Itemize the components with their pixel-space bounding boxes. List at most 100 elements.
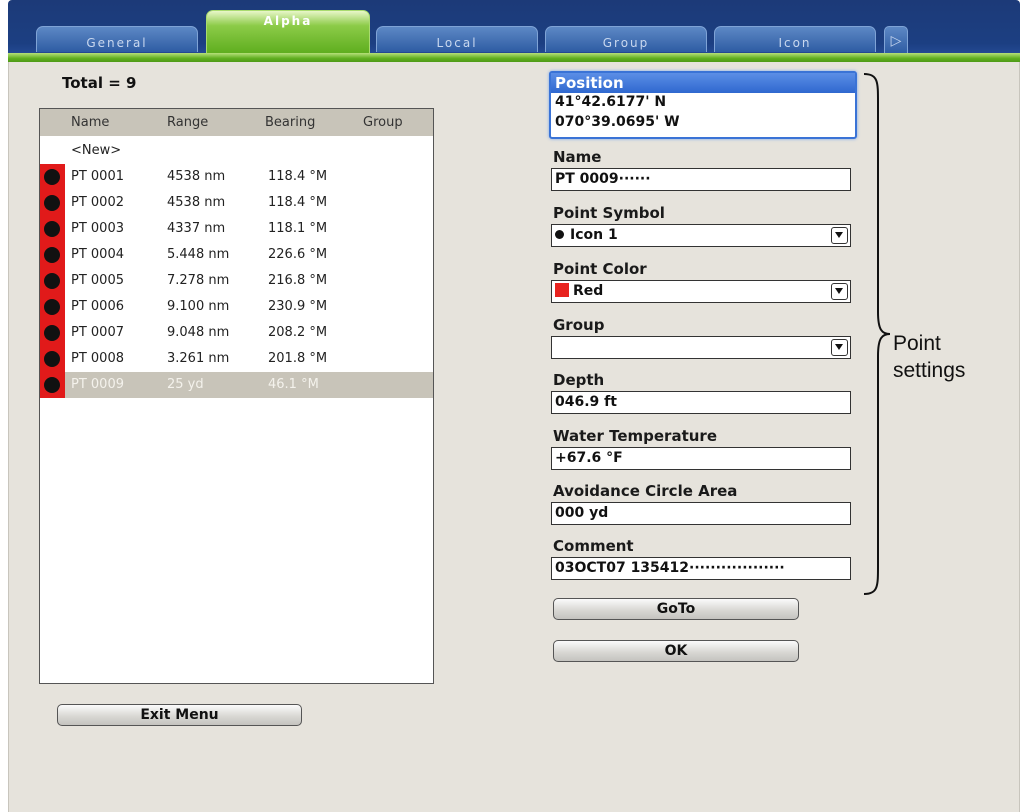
row-range: 9.100 nm [167,299,230,314]
group-select[interactable] [551,336,851,359]
table-row[interactable]: PT 0006 9.100 nm 230.9 °M [40,294,433,320]
symbol-cell [40,294,65,320]
row-bearing: 118.1 °M [268,221,328,236]
row-name: PT 0008 [71,351,124,366]
row-bearing: 216.8 °M [268,273,328,288]
row-name: PT 0004 [71,247,124,262]
ok-button[interactable]: OK [553,640,799,662]
point-dot-icon [44,377,60,393]
goto-button[interactable]: GoTo [553,598,799,620]
table-row[interactable]: PT 0007 9.048 nm 208.2 °M [40,320,433,346]
symbol-cell [40,372,65,398]
row-bearing: 208.2 °M [268,325,328,340]
row-name: PT 0003 [71,221,124,236]
total-count: Total = 9 [62,74,137,92]
point-dot-icon [44,273,60,289]
column-header-name: Name [71,115,110,130]
row-range: 9.048 nm [167,325,230,340]
point-dot-icon [44,351,60,367]
table-row[interactable]: PT 0003 4337 nm 118.1 °M [40,216,433,242]
point-list[interactable]: Name Range Bearing Group <New> PT 0001 4… [39,108,434,684]
symbol-cell [40,242,65,268]
table-row[interactable]: PT 0002 4538 nm 118.4 °M [40,190,433,216]
table-row[interactable]: PT 0008 3.261 nm 201.8 °M [40,346,433,372]
row-bearing: 230.9 °M [268,299,328,314]
row-bearing: 201.8 °M [268,351,328,366]
point-color-select[interactable]: Red [551,280,851,303]
tab-group[interactable]: Group [545,26,707,52]
point-color-label: Point Color [553,260,647,278]
comment-label: Comment [553,537,634,555]
symbol-cell [40,164,65,190]
avoidance-circle-area-label: Avoidance Circle Area [553,482,738,500]
row-name: PT 0006 [71,299,124,314]
color-swatch-icon [555,283,569,297]
row-bearing: 118.4 °M [268,169,328,184]
point-dot-icon [44,195,60,211]
point-color-value: Red [573,283,604,299]
tab-local[interactable]: Local [376,26,538,52]
list-header: Name Range Bearing Group [40,109,433,136]
row-name: PT 0009 [71,377,124,392]
row-name: PT 0002 [71,195,124,210]
screen: General Alpha Local Group Icon ▷ Total =… [0,0,1027,812]
point-dot-icon [44,325,60,341]
column-header-group: Group [363,115,403,130]
row-bearing: 118.4 °M [268,195,328,210]
position-longitude: 070°39.0695' W [555,114,680,130]
point-settings-callout: Point settings [893,330,965,384]
row-range: 5.448 nm [167,247,230,262]
table-row-selected[interactable]: PT 0009 25 yd 46.1 °M [40,372,433,398]
point-dot-icon [44,299,60,315]
row-name: PT 0005 [71,273,124,288]
symbol-cell [40,190,65,216]
active-tab-underline [8,53,1020,62]
position-field[interactable]: Position 41°42.6177' N 070°39.0695' W [549,71,857,139]
symbol-cell [40,216,65,242]
row-name: PT 0007 [71,325,124,340]
symbol-cell [40,346,65,372]
name-field[interactable]: PT 0009······ [551,168,851,191]
group-label: Group [553,316,605,334]
point-symbol-value: Icon 1 [570,227,618,243]
position-label: Position [555,74,624,92]
tab-alpha[interactable]: Alpha [206,10,370,54]
water-temperature-field[interactable]: +67.6 °F [551,447,851,470]
row-range: 4337 nm [167,221,226,236]
callout-line-2: settings [893,359,966,382]
row-range: 25 yd [167,377,204,392]
point-symbol-select[interactable]: Icon 1 [551,224,851,247]
point-dot-icon [44,247,60,263]
row-name: PT 0001 [71,169,124,184]
table-row[interactable]: PT 0005 7.278 nm 216.8 °M [40,268,433,294]
callout-line-1: Point [893,332,941,355]
avoidance-circle-area-field[interactable]: 000 yd [551,502,851,525]
depth-label: Depth [553,371,605,389]
chevron-down-icon[interactable] [831,339,848,356]
tab-icon[interactable]: Icon [714,26,876,52]
table-row[interactable]: PT 0001 4538 nm 118.4 °M [40,164,433,190]
exit-menu-button[interactable]: Exit Menu [57,704,302,726]
list-item-new[interactable]: <New> [40,138,433,164]
table-row[interactable]: PT 0004 5.448 nm 226.6 °M [40,242,433,268]
name-label: Name [553,148,602,166]
water-temperature-label: Water Temperature [553,427,717,445]
row-range: 4538 nm [167,169,226,184]
chevron-down-icon[interactable] [831,227,848,244]
column-header-bearing: Bearing [265,115,316,130]
point-dot-icon [44,169,60,185]
position-latitude: 41°42.6177' N [555,94,667,110]
row-range: 4538 nm [167,195,226,210]
symbol-cell [40,320,65,346]
point-symbol-label: Point Symbol [553,204,665,222]
row-range: 7.278 nm [167,273,230,288]
tab-general[interactable]: General [36,26,198,52]
position-header: Position [551,73,855,93]
column-header-range: Range [167,115,209,130]
comment-field[interactable]: 03OCT07 135412·················· [551,557,851,580]
tab-scroll-right-icon[interactable]: ▷ [884,26,908,54]
depth-field[interactable]: 046.9 ft [551,391,851,414]
chevron-down-icon[interactable] [831,283,848,300]
point-dot-icon [44,221,60,237]
icon-1-dot-icon [555,230,564,239]
